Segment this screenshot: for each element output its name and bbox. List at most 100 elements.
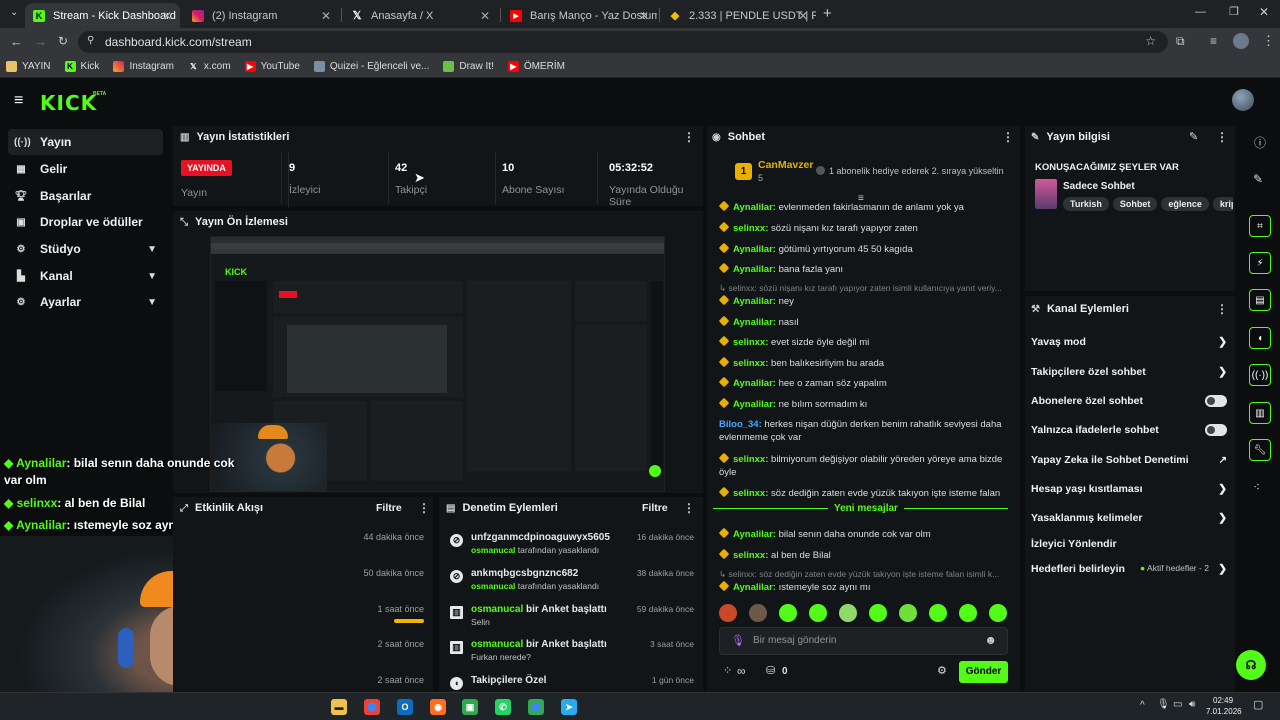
- notifications-icon[interactable]: ▢: [1253, 698, 1263, 711]
- edit-icon[interactable]: ✎: [1189, 130, 1198, 143]
- action-slow-mode[interactable]: Yavaş mod ❯: [1031, 332, 1231, 352]
- tag[interactable]: kripto: [1212, 197, 1233, 211]
- bookmark-quizei[interactable]: Quizei - Eğlenceli ve...: [313, 61, 429, 72]
- stream-preview-video[interactable]: KICK: [210, 236, 665, 492]
- emote-icon[interactable]: [839, 604, 857, 622]
- back-icon[interactable]: ←: [10, 34, 23, 49]
- emote-icon[interactable]: [869, 604, 887, 622]
- info-icon[interactable]: ⓘ: [1254, 134, 1266, 151]
- emote-icon[interactable]: [779, 604, 797, 622]
- tag[interactable]: Turkish: [1063, 197, 1109, 211]
- tab-kick-dashboard[interactable]: K Stream - Kick Dashboard ✕: [25, 3, 180, 28]
- rail-crop-button[interactable]: ⌗: [1249, 215, 1271, 237]
- chrome-icon[interactable]: [528, 699, 544, 715]
- emote-icon[interactable]: [719, 604, 737, 622]
- bookmark-instagram[interactable]: Instagram: [113, 61, 174, 72]
- close-icon[interactable]: ✕: [639, 9, 649, 23]
- chat-username[interactable]: Aynalilar:: [733, 399, 779, 410]
- activity-filter-button[interactable]: Filtre: [376, 502, 402, 514]
- chat-username[interactable]: Aynalilar:: [733, 264, 779, 275]
- sidebar-item-studyo[interactable]: ⚙ Stüdyo ▼: [8, 236, 163, 262]
- file-explorer-icon[interactable]: ▬: [331, 699, 347, 715]
- support-button[interactable]: ☊: [1236, 650, 1266, 680]
- tag[interactable]: Sohbet: [1112, 197, 1158, 211]
- bookmark-x[interactable]: 𝕏x.com: [188, 61, 230, 72]
- close-icon[interactable]: ✕: [321, 9, 331, 23]
- new-tab-button[interactable]: +: [823, 5, 832, 22]
- action-followers-only[interactable]: Takipçilere özel sohbet ❯: [1031, 362, 1231, 382]
- emote-icon[interactable]: [989, 604, 1007, 622]
- pinned-user[interactable]: CanMavzer: [758, 159, 813, 171]
- rail-tools-button[interactable]: 🔧︎: [1249, 439, 1271, 461]
- stats-menu-icon[interactable]: ⋮: [683, 130, 695, 144]
- outlook-icon[interactable]: O: [397, 699, 413, 715]
- chat-username[interactable]: Aynalilar:: [733, 317, 779, 328]
- emote-icon[interactable]: [899, 604, 917, 622]
- forward-icon[interactable]: →: [34, 34, 47, 49]
- community-icon[interactable]: ⁘: [723, 664, 732, 677]
- rail-lightning-button[interactable]: ⚡︎: [1249, 252, 1271, 274]
- tag[interactable]: eğlence: [1161, 197, 1209, 211]
- chat-username[interactable]: Aynalilar:: [733, 296, 779, 307]
- site-info-icon[interactable]: ⚲: [87, 35, 94, 46]
- tray-chevron-icon[interactable]: ^: [1140, 700, 1145, 711]
- emoji-icon[interactable]: ☻: [984, 633, 997, 647]
- pencil-icon[interactable]: ✎: [1253, 172, 1263, 186]
- chat-username[interactable]: selinxx:: [733, 337, 771, 348]
- close-icon[interactable]: ✕: [162, 9, 172, 23]
- send-button[interactable]: Gönder: [959, 661, 1008, 683]
- chat-username[interactable]: selinxx:: [733, 488, 771, 499]
- user-avatar[interactable]: [1232, 89, 1254, 111]
- activity-menu-icon[interactable]: ⋮: [418, 501, 430, 515]
- emote-icon[interactable]: [959, 604, 977, 622]
- sidebar-item-kanal[interactable]: ▙ Kanal ▼: [8, 263, 163, 289]
- chat-username[interactable]: Aynalilar:: [733, 529, 779, 540]
- chat-settings-icon[interactable]: ⚙: [937, 664, 947, 677]
- whatsapp-icon[interactable]: ✆: [495, 699, 511, 715]
- chat-username[interactable]: selinxx:: [733, 223, 771, 234]
- action-account-age[interactable]: Hesap yaşı kısıtlaması ❯: [1031, 479, 1231, 499]
- tab-pendle[interactable]: ◆ 2.333 | PENDLE USDT | Pendle ✕: [661, 3, 816, 28]
- bookmark-kick[interactable]: K Kick: [64, 61, 99, 72]
- chat-username[interactable]: selinxx:: [733, 550, 771, 561]
- apps-icon[interactable]: ⁖: [1253, 480, 1260, 494]
- chat-username[interactable]: Aynalilar:: [733, 202, 779, 213]
- chat-username[interactable]: selinxx:: [733, 358, 771, 369]
- sidebar-item-yayin[interactable]: ((·)) Yayın: [8, 129, 163, 155]
- action-raid[interactable]: İzleyici Yönlendir: [1031, 534, 1231, 554]
- bookmark-yayin[interactable]: YAYIN: [6, 61, 51, 72]
- moderation-menu-icon[interactable]: ⋮: [683, 501, 695, 515]
- pinned-cta[interactable]: 1 abonelik hediye ederek 2. sıraya yükse…: [816, 166, 1004, 176]
- channel-actions-menu-icon[interactable]: ⋮: [1216, 302, 1228, 316]
- firefox-icon[interactable]: ◉: [430, 699, 446, 715]
- close-window-button[interactable]: ✕: [1259, 5, 1269, 19]
- app-icon[interactable]: ▣: [462, 699, 478, 715]
- tab-search-icon[interactable]: ⌄: [10, 7, 18, 18]
- sidebar-item-droplar[interactable]: ▣ Droplar ve ödüller: [8, 209, 163, 235]
- chrome-icon[interactable]: [364, 699, 380, 715]
- telegram-icon[interactable]: ➤: [561, 699, 577, 715]
- tray-mic-icon[interactable]: 🎙︎: [1157, 699, 1170, 710]
- close-icon[interactable]: ✕: [480, 9, 490, 23]
- chat-input[interactable]: 🎙︎ Bir mesaj gönderin ☻: [719, 627, 1008, 655]
- url-bar[interactable]: ⚲ dashboard.kick.com/stream ☆: [78, 31, 1168, 53]
- moderation-filter-button[interactable]: Filtre: [642, 502, 668, 514]
- tab-x[interactable]: 𝕏 Anasayfa / X ✕: [343, 3, 498, 28]
- emotes-only-toggle[interactable]: [1205, 424, 1227, 436]
- reading-list-icon[interactable]: ≡: [1210, 34, 1217, 48]
- chat-menu-icon[interactable]: ⋮: [1002, 130, 1014, 144]
- rail-layout-button[interactable]: ▥: [1249, 402, 1271, 424]
- rail-clipboard-button[interactable]: ▤: [1249, 289, 1271, 311]
- action-banned-words[interactable]: Yasaklanmış kelimeler ❯: [1031, 508, 1231, 528]
- bookmark-star-icon[interactable]: ☆: [1145, 34, 1156, 48]
- tray-volume-icon[interactable]: 🔊︎: [1189, 699, 1195, 710]
- sidebar-item-gelir[interactable]: ▦ Gelir: [8, 156, 163, 182]
- action-ai-moderation[interactable]: Yapay Zeka ile Sohbet Denetimi ↗: [1031, 450, 1231, 470]
- tray-network-icon[interactable]: ▭: [1173, 699, 1182, 710]
- category-name[interactable]: Sadece Sohbet: [1063, 181, 1135, 192]
- close-icon[interactable]: ✕: [798, 9, 808, 23]
- emote-icon[interactable]: [749, 604, 767, 622]
- sidebar-item-basarilar[interactable]: 🏆︎ Başarılar: [8, 183, 163, 209]
- tab-instagram[interactable]: (2) Instagram ✕: [184, 3, 339, 28]
- subscribers-only-toggle[interactable]: [1205, 395, 1227, 407]
